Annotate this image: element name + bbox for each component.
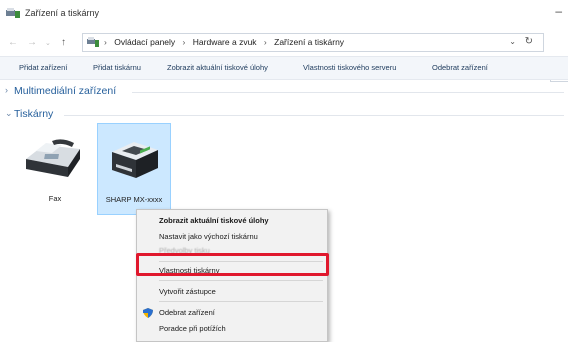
menu-separator — [159, 280, 323, 281]
breadcrumb-control-panel[interactable]: Ovládací panely — [114, 37, 175, 47]
devices-printers-icon — [6, 8, 20, 18]
chevron-right-icon: › — [5, 85, 8, 95]
menu-item-see-print-jobs[interactable]: Zobrazit aktuální tiskové úlohy — [137, 213, 327, 229]
chevron-down-icon: ⌄ — [5, 108, 13, 118]
breadcrumb-separator-icon: › — [182, 37, 186, 47]
address-dropdown-icon[interactable]: ⌄ — [509, 37, 516, 46]
refresh-icon[interactable]: ↻ — [525, 36, 533, 47]
print-server-properties-button[interactable]: Vlastnosti tiskového serveru — [303, 63, 396, 72]
menu-item-troubleshoot[interactable]: Poradce při potížích — [137, 321, 327, 337]
device-label: SHARP MX-xxxx — [105, 195, 163, 204]
minimize-button[interactable]: – — [555, 4, 562, 18]
highlight-box — [136, 253, 329, 276]
control-panel-icon — [87, 37, 99, 47]
device-sharp-printer[interactable]: SHARP MX-xxxx — [97, 123, 171, 215]
menu-item-create-shortcut[interactable]: Vytvořit zástupce — [137, 284, 327, 300]
title-bar: Zařízení a tiskárny – — [0, 0, 568, 30]
window-title: Zařízení a tiskárny — [25, 8, 100, 18]
group-printers[interactable]: ⌄ Tiskárny — [0, 107, 568, 123]
breadcrumb: › Ovládací panely › Hardware a zvuk › Za… — [104, 37, 344, 47]
forward-arrow-icon[interactable]: → — [27, 37, 37, 48]
group-divider — [132, 92, 564, 93]
breadcrumb-separator-icon: › — [104, 37, 107, 47]
group-divider — [64, 115, 564, 116]
device-fax[interactable]: Fax — [18, 123, 92, 215]
breadcrumb-devices-printers[interactable]: Zařízení a tiskárny — [274, 37, 344, 47]
navigation-bar: ← → ⌄ ↑ › Ovládací panely › Hardware a z… — [0, 30, 568, 82]
add-printer-button[interactable]: Přidat tiskárnu — [93, 63, 141, 72]
shield-icon — [143, 308, 153, 318]
group-multimedia-devices[interactable]: › Multimediální zařízení — [0, 84, 568, 100]
up-arrow-icon[interactable]: ↑ — [61, 37, 66, 48]
remove-device-button[interactable]: Odebrat zařízení — [432, 63, 488, 72]
printer-icon — [112, 142, 158, 178]
menu-separator — [159, 301, 323, 302]
fax-icon — [26, 139, 80, 177]
breadcrumb-separator-icon: › — [263, 37, 267, 47]
device-label: Fax — [48, 194, 62, 203]
breadcrumb-hardware-sound[interactable]: Hardware a zvuk — [193, 37, 257, 47]
recent-locations-chevron-icon[interactable]: ⌄ — [45, 39, 51, 47]
back-arrow-icon[interactable]: ← — [8, 37, 18, 48]
see-print-jobs-button[interactable]: Zobrazit aktuální tiskové úlohy — [167, 63, 268, 72]
address-bar[interactable]: › Ovládací panely › Hardware a zvuk › Za… — [82, 33, 544, 52]
add-device-button[interactable]: Přidat zařízení — [19, 63, 67, 72]
command-bar: Přidat zařízení Přidat tiskárnu Zobrazit… — [0, 56, 568, 80]
group-label: Tiskárny — [14, 108, 54, 120]
menu-item-remove-device[interactable]: Odebrat zařízení — [137, 305, 327, 321]
group-label: Multimediální zařízení — [14, 85, 117, 97]
